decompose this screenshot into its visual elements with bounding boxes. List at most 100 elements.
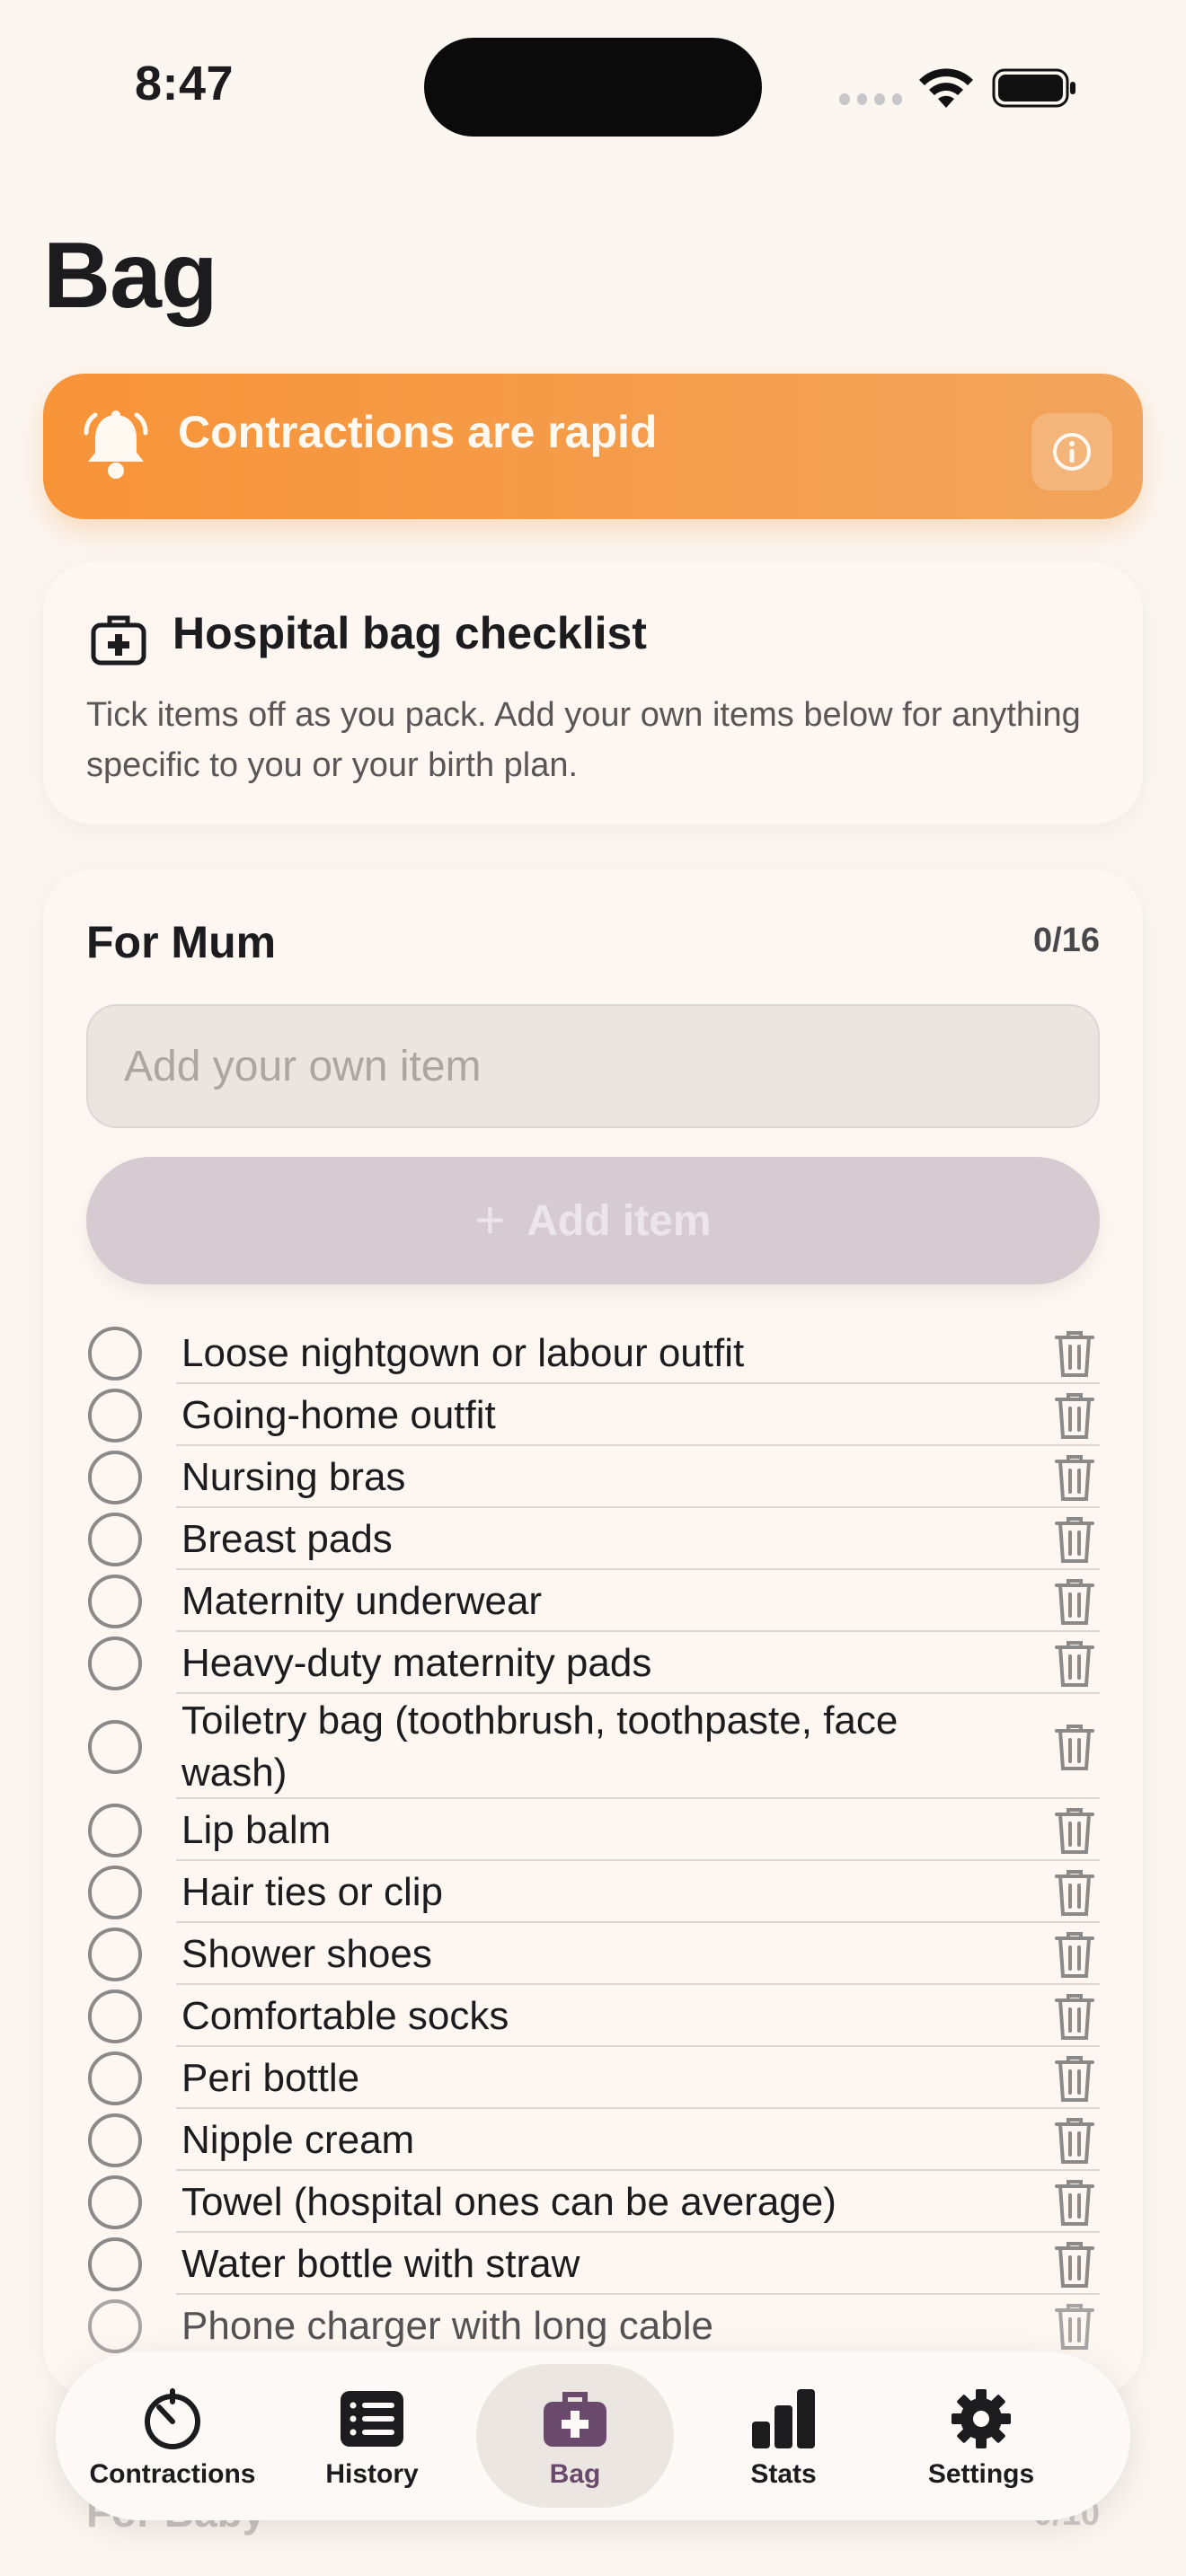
checkbox[interactable] [88,1865,142,1919]
checkbox[interactable] [88,1388,142,1442]
checkbox[interactable] [88,2175,142,2229]
alert-info-button[interactable] [1031,413,1112,490]
item-label: Towel (hospital ones can be average) [181,2179,836,2224]
item-label: Loose nightgown or labour outfit [181,1330,745,1375]
trash-icon[interactable] [1053,1722,1096,1772]
gear-icon [951,2389,1011,2448]
list-item: Loose nightgown or labour outfit [43,1322,1143,1384]
list-item: Hair ties or clip [43,1861,1143,1923]
section-count: 0/16 [1033,922,1100,959]
trash-icon[interactable] [1053,2115,1096,2166]
tab-stats[interactable]: Stats [685,2364,882,2508]
item-label: Nipple cream [181,2117,415,2162]
item-label: Hair ties or clip [181,1869,443,1914]
list-item: Comfortable socks [43,1985,1143,2047]
medical-bag-icon [544,2392,606,2447]
bag-screen: 8:47 Bag Contractions are rapid Hospital… [0,0,1186,2576]
list-item: Nipple cream [43,2109,1143,2171]
item-label: Lip balm [181,1807,332,1852]
list-icon [341,2391,403,2447]
item-label: Comfortable socks [181,1993,509,2038]
item-label: Toiletry bag (toothbrush, toothpaste, fa… [181,1698,898,1795]
trash-icon[interactable] [1053,1390,1096,1441]
trash-icon[interactable] [1053,1452,1096,1503]
for-mum-section: For Mum 0/16 + Add item Loose nightgown … [43,869,1143,2396]
wifi-icon [919,68,973,108]
add-item-input[interactable] [86,1004,1100,1128]
checklist: Loose nightgown or labour outfit Going-h… [43,1322,1143,2357]
list-item: Toiletry bag (toothbrush, toothpaste, fa… [43,1694,1143,1799]
tab-label: Contractions [89,2459,256,2489]
checklist-description: Tick items off as you pack. Add your own… [86,696,1081,784]
list-item: Maternity underwear [43,1570,1143,1632]
checkbox[interactable] [88,1927,142,1981]
checkbox[interactable] [88,1803,142,1857]
trash-icon[interactable] [1053,2301,1096,2351]
info-icon [1053,433,1091,471]
trash-icon[interactable] [1053,1867,1096,1918]
tab-bar: Contractions History Bag Stats Settings [56,2351,1130,2520]
item-label: Maternity underwear [181,1578,543,1623]
alert-text: Contractions are rapid [178,407,658,457]
list-item: Breast pads [43,1508,1143,1570]
trash-icon[interactable] [1053,2053,1096,2104]
list-item: Lip balm [43,1799,1143,1861]
list-item: Nursing bras [43,1446,1143,1508]
tab-history[interactable]: History [273,2364,471,2508]
trash-icon[interactable] [1053,1991,1096,2042]
checkbox[interactable] [88,1512,142,1566]
medical-bag-icon [91,615,146,666]
trash-icon[interactable] [1053,1805,1096,1856]
item-label: Shower shoes [181,1931,432,1976]
timer-icon [145,2388,200,2449]
item-label: Nursing bras [181,1454,406,1499]
checkbox[interactable] [88,1450,142,1504]
battery-icon [992,68,1075,108]
checkbox[interactable] [88,1574,142,1628]
list-item: Towel (hospital ones can be average) [43,2171,1143,2233]
tab-label: Settings [927,2459,1035,2489]
tab-settings[interactable]: Settings [882,2364,1080,2508]
bell-icon [84,410,148,479]
list-item: Heavy-duty maternity pads [43,1632,1143,1694]
item-label: Breast pads [181,1516,393,1561]
trash-icon[interactable] [1053,2177,1096,2228]
dynamic-island [424,38,762,137]
checkbox[interactable] [88,1636,142,1690]
trash-icon[interactable] [1053,1576,1096,1627]
list-item: Peri bottle [43,2047,1143,2109]
tab-bag[interactable]: Bag [476,2364,674,2508]
item-label: Peri bottle [181,2055,360,2100]
status-time: 8:47 [135,57,235,110]
item-label: Heavy-duty maternity pads [181,1640,652,1685]
list-item: Phone charger with long cable [43,2295,1143,2357]
checkbox[interactable] [88,1326,142,1381]
tab-label: History [325,2459,419,2489]
trash-icon[interactable] [1053,1328,1096,1379]
tab-label: Bag [549,2459,601,2489]
checkbox[interactable] [88,2051,142,2105]
plus-icon: + [474,1191,506,1249]
cellular-signal-icon [839,93,902,106]
checkbox[interactable] [88,2113,142,2167]
tab-label: Stats [750,2459,817,2489]
checkbox[interactable] [88,2298,142,2353]
add-item-button[interactable]: + Add item [86,1157,1100,1284]
trash-icon[interactable] [1053,1638,1096,1689]
list-item: Water bottle with straw [43,2233,1143,2295]
section-title: For Mum [86,917,277,967]
checkbox[interactable] [88,1989,142,2043]
checkbox[interactable] [88,2236,142,2291]
item-label: Water bottle with straw [181,2241,580,2286]
contraction-alert-banner[interactable]: Contractions are rapid [43,374,1143,519]
trash-icon[interactable] [1053,1514,1096,1565]
add-item-label: Add item [527,1196,712,1245]
item-label: Going-home outfit [181,1392,496,1437]
list-item: Shower shoes [43,1923,1143,1985]
list-item: Going-home outfit [43,1384,1143,1446]
checklist-title: Hospital bag checklist [173,608,647,658]
trash-icon[interactable] [1053,1929,1096,1980]
tab-contractions[interactable]: Contractions [74,2364,271,2508]
trash-icon[interactable] [1053,2239,1096,2289]
checkbox[interactable] [88,1719,142,1774]
